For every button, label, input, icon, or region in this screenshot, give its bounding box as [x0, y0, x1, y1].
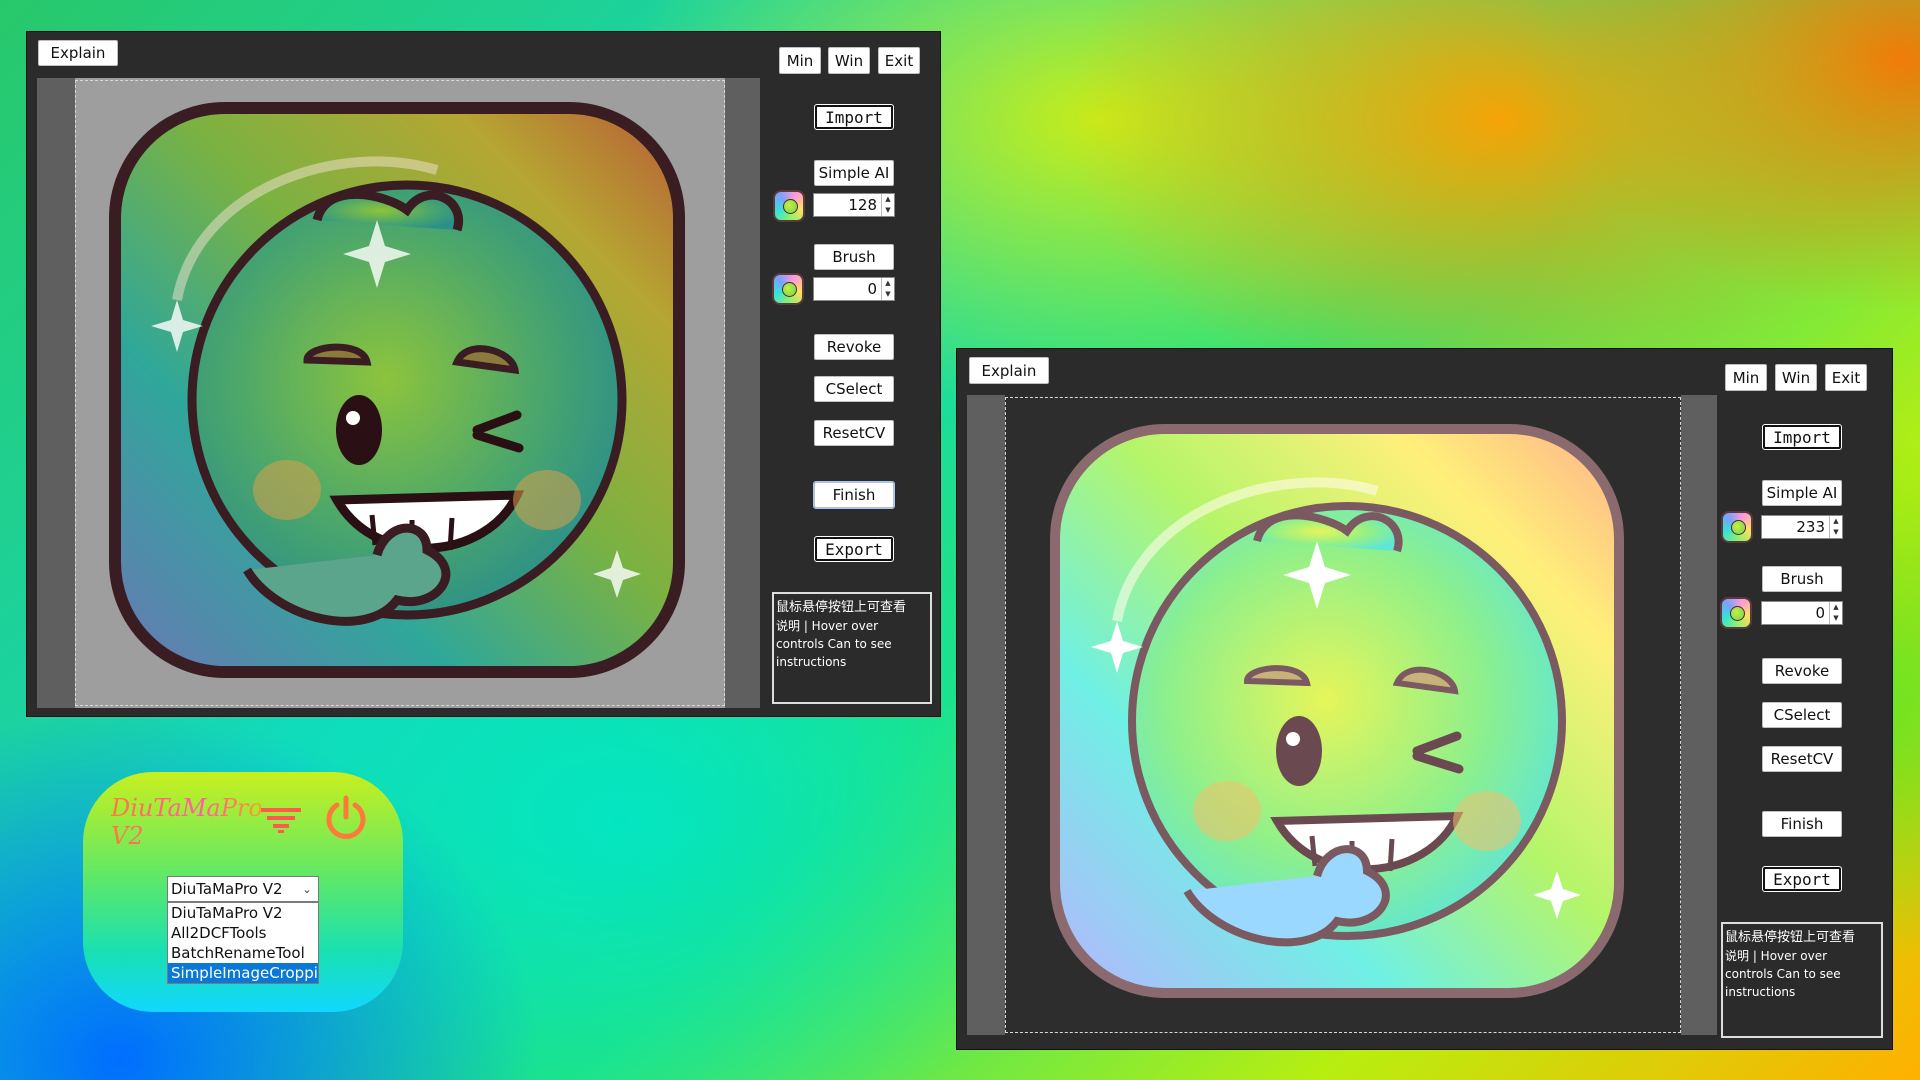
simple-ai-button[interactable]: Simple AI — [814, 160, 894, 186]
brand-line2: V2 — [111, 822, 144, 850]
launcher-widget: DiuTaMaPro V2 DiuTaMaPro V2 ⌄ DiuTaMaPro… — [83, 772, 403, 1012]
finish-button[interactable]: Finish — [813, 481, 895, 509]
brush-button[interactable]: Brush — [1762, 566, 1842, 592]
spinner-arrows[interactable]: ▲ ▼ — [881, 278, 894, 300]
tool-select-value: DiuTaMaPro V2 — [171, 880, 283, 898]
left-app-window: Explain Min Win Exit Import Simple AI 12… — [26, 31, 941, 717]
exit-button[interactable]: Exit — [878, 47, 920, 74]
image-canvas[interactable] — [967, 395, 1717, 1035]
simple-ai-threshold-input[interactable]: 233 ▲ ▼ — [1761, 515, 1843, 539]
sticker-thumbnail-icon — [1721, 511, 1753, 543]
resetcv-button[interactable]: ResetCV — [814, 420, 894, 446]
exit-button[interactable]: Exit — [1825, 364, 1867, 391]
min-button[interactable]: Min — [1725, 364, 1767, 391]
spinner-arrows[interactable]: ▲ ▼ — [1829, 516, 1842, 538]
brand-title: DiuTaMaPro V2 — [111, 794, 261, 850]
brand-line1: DiuTaMaPro — [111, 794, 263, 822]
simple-ai-threshold-input[interactable]: 128 ▲ ▼ — [813, 193, 895, 217]
simple-ai-value: 233 — [1796, 518, 1825, 536]
info-text-cn: 鼠标悬停按钮上可查看 — [776, 600, 907, 615]
simple-ai-button[interactable]: Simple AI — [1762, 480, 1842, 506]
win-button[interactable]: Win — [1775, 364, 1817, 391]
win-button[interactable]: Win — [828, 47, 870, 74]
power-icon[interactable] — [323, 795, 369, 841]
resetcv-button[interactable]: ResetCV — [1762, 746, 1842, 772]
help-info-panel: 鼠标悬停按钮上可查看 说明 | Hover over controls Can … — [772, 592, 932, 704]
brush-size-input[interactable]: 0 ▲ ▼ — [813, 277, 895, 301]
sticker-thumbnail-icon — [772, 273, 804, 305]
explain-button[interactable]: Explain — [969, 357, 1049, 384]
cselect-button[interactable]: CSelect — [1762, 702, 1842, 728]
sticker-thumbnail-icon — [773, 190, 805, 222]
right-app-window: Explain Min Win Exit Import Simple AI 23… — [956, 348, 1893, 1050]
revoke-button[interactable]: Revoke — [814, 334, 894, 360]
brush-value: 0 — [1815, 604, 1825, 622]
import-button[interactable]: Import — [1762, 424, 1842, 450]
spinner-arrows[interactable]: ▲ ▼ — [881, 194, 894, 216]
finish-button[interactable]: Finish — [1762, 811, 1842, 837]
explain-button[interactable]: Explain — [38, 40, 118, 66]
image-canvas[interactable] — [37, 78, 760, 708]
min-button[interactable]: Min — [779, 47, 821, 74]
dropdown-option[interactable]: All2DCFTools — [168, 923, 318, 943]
cselect-button[interactable]: CSelect — [814, 376, 894, 402]
brush-button[interactable]: Brush — [814, 244, 894, 270]
dropdown-option[interactable]: DiuTaMaPro V2 — [168, 903, 318, 923]
export-button[interactable]: Export — [814, 536, 894, 562]
chevron-down-icon[interactable]: ⌄ — [298, 877, 316, 901]
filter-icon[interactable] — [261, 806, 301, 834]
sticker-image — [107, 100, 687, 680]
tool-dropdown-list[interactable]: DiuTaMaPro V2 All2DCFTools BatchRenameTo… — [167, 902, 319, 984]
revoke-button[interactable]: Revoke — [1762, 658, 1842, 684]
brush-size-input[interactable]: 0 ▲ ▼ — [1761, 601, 1843, 625]
dropdown-option-highlighted[interactable]: SimpleImageCroppi — [168, 963, 318, 983]
info-text-en: 说明 | Hover over controls Can to see inst… — [776, 619, 892, 669]
import-button[interactable]: Import — [814, 104, 894, 130]
info-text-en: 说明 | Hover over controls Can to see inst… — [1725, 949, 1841, 999]
sticker-thumbnail-icon — [1720, 597, 1752, 629]
tool-select[interactable]: DiuTaMaPro V2 ⌄ — [167, 876, 319, 902]
info-text-cn: 鼠标悬停按钮上可查看 — [1725, 930, 1856, 945]
simple-ai-value: 128 — [848, 196, 877, 214]
export-button[interactable]: Export — [1762, 866, 1842, 892]
help-info-panel: 鼠标悬停按钮上可查看 说明 | Hover over controls Can … — [1721, 922, 1883, 1038]
brush-value: 0 — [867, 280, 877, 298]
sticker-image — [1042, 421, 1632, 1001]
spinner-arrows[interactable]: ▲ ▼ — [1829, 602, 1842, 624]
dropdown-option[interactable]: BatchRenameTool — [168, 943, 318, 963]
